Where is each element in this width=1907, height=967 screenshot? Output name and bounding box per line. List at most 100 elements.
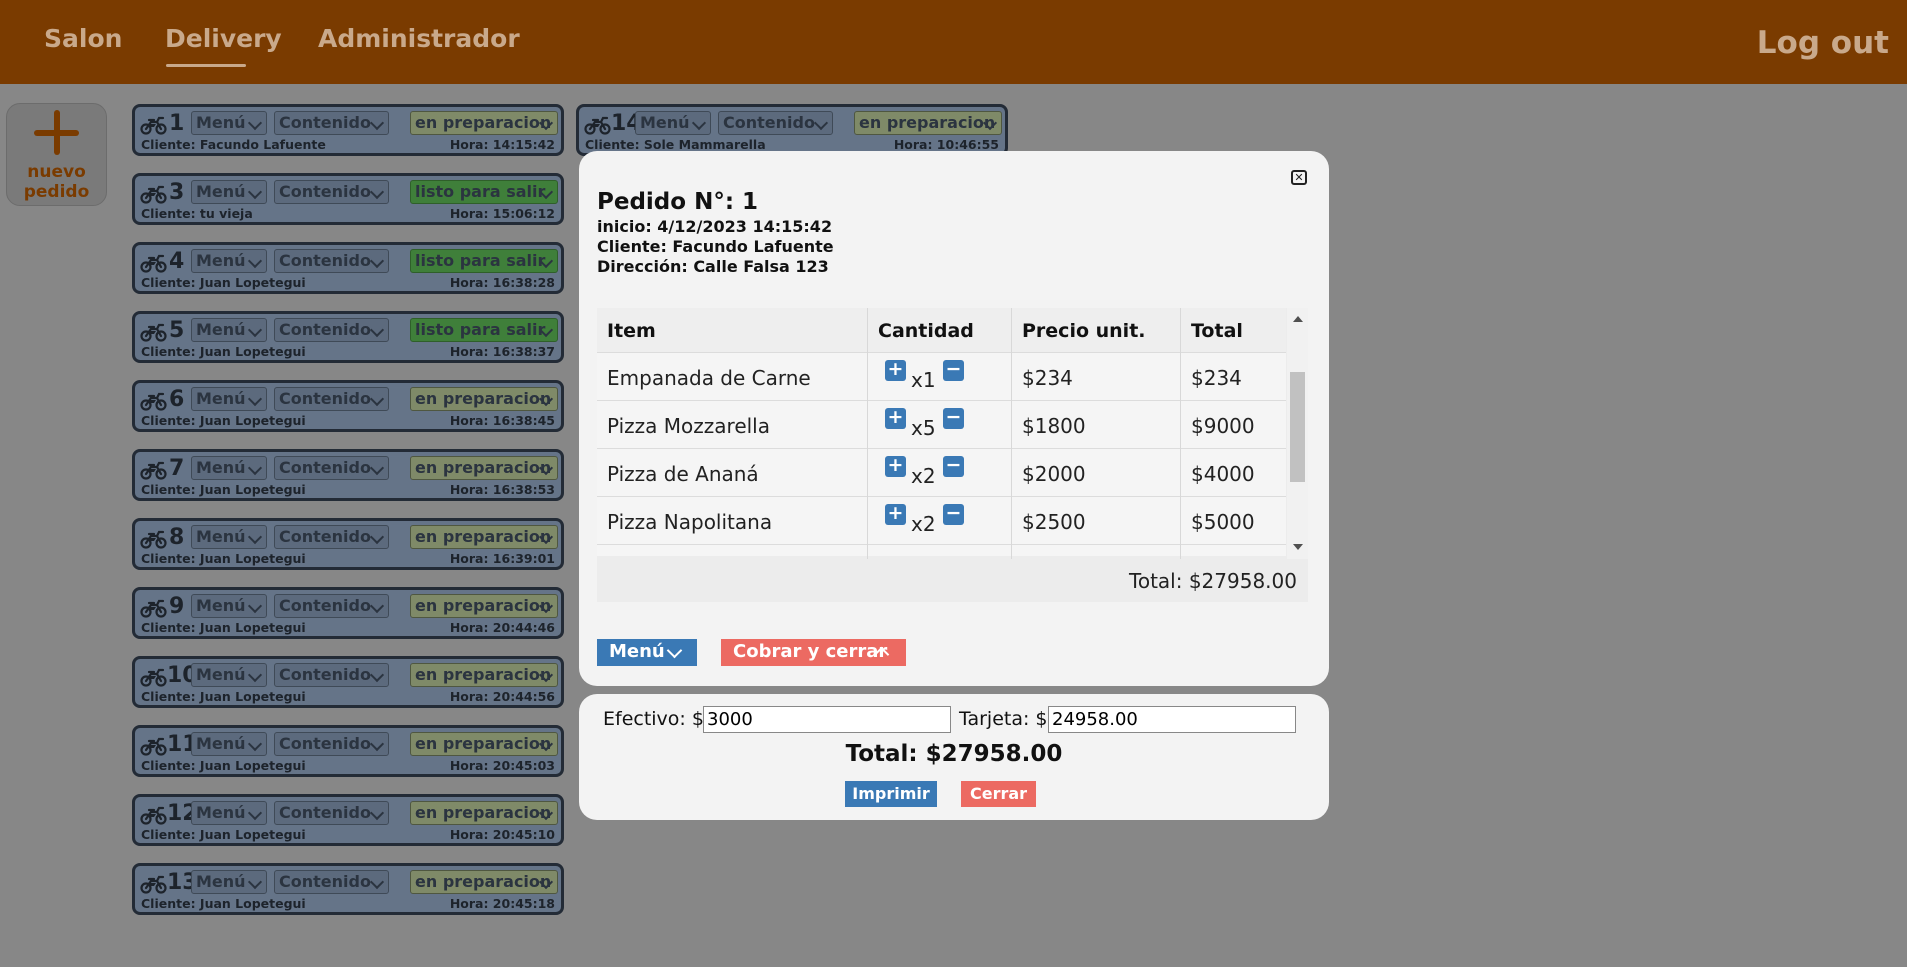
status-dropdown[interactable]: listo para salir <box>410 180 558 204</box>
menu-dropdown[interactable]: Menú <box>191 525 267 549</box>
menu-dropdown[interactable]: Menú <box>191 456 267 480</box>
efectivo-input[interactable] <box>703 706 951 733</box>
new-order-button[interactable]: nuevo pedido <box>6 103 107 206</box>
menu-dropdown[interactable]: Menú <box>191 594 267 618</box>
item-unit-price: $2500 <box>1022 510 1086 534</box>
contenido-dropdown[interactable]: Contenido <box>274 111 389 135</box>
decrease-qty-button[interactable]: − <box>943 456 964 477</box>
menu-button[interactable]: Menú <box>597 639 697 666</box>
contenido-dropdown[interactable]: Contenido <box>274 663 389 687</box>
chevron-down-icon <box>369 391 385 407</box>
chevron-down-icon <box>369 874 385 890</box>
contenido-dropdown[interactable]: Contenido <box>274 180 389 204</box>
menu-dropdown[interactable]: Menú <box>191 801 267 825</box>
menu-dropdown[interactable]: Menú <box>635 111 711 135</box>
order-card[interactable]: 12 Menú Contenido en preparacion Cliente: Ju… <box>132 794 564 846</box>
contenido-dropdown[interactable]: Contenido <box>274 387 389 411</box>
nav-administrador[interactable]: Administrador <box>318 24 520 53</box>
order-number: 4 <box>169 249 185 274</box>
order-card[interactable]: 9 Menú Contenido en preparacion Cliente: Jua… <box>132 587 564 639</box>
menu-dropdown[interactable]: Menú <box>191 180 267 204</box>
menu-dropdown[interactable]: Menú <box>191 387 267 411</box>
logout-button[interactable]: Log out <box>1757 25 1889 61</box>
chevron-down-icon <box>369 253 385 269</box>
order-time: Hora: 10:46:55 <box>893 137 999 152</box>
contenido-dropdown[interactable]: Contenido <box>274 801 389 825</box>
menu-dropdown[interactable]: Menú <box>191 318 267 342</box>
order-card[interactable]: 5 Menú Contenido listo para salir Cliente: J… <box>132 311 564 363</box>
contenido-dropdown[interactable]: Contenido <box>274 870 389 894</box>
decrease-qty-button[interactable]: − <box>943 408 964 429</box>
order-card[interactable]: 14 Menú Contenido en preparacion Cliente: So… <box>576 104 1008 156</box>
menu-dropdown-label: Menú <box>196 458 246 477</box>
status-dropdown[interactable]: en preparacion <box>410 594 558 618</box>
order-number: 1 <box>169 111 185 136</box>
top-navbar: Salon Delivery Administrador Log out <box>0 0 1907 84</box>
status-dropdown[interactable]: en preparacion <box>410 456 558 480</box>
order-card[interactable]: 1 Menú Contenido en preparacion Cliente: Fac… <box>132 104 564 156</box>
contenido-dropdown-label: Contenido <box>279 734 371 753</box>
status-dropdown-label: en preparacion <box>415 389 552 408</box>
scroll-down-icon[interactable] <box>1293 544 1303 550</box>
order-card[interactable]: 6 Menú Contenido en preparacion Cliente: Jua… <box>132 380 564 432</box>
status-dropdown[interactable]: en preparacion <box>410 663 558 687</box>
tarjeta-input[interactable] <box>1048 706 1296 733</box>
column-divider <box>1011 308 1012 559</box>
nav-delivery[interactable]: Delivery <box>165 24 282 67</box>
item-name: Empanada de Carne <box>607 366 811 390</box>
contenido-dropdown[interactable]: Contenido <box>274 456 389 480</box>
order-card[interactable]: 3 Menú Contenido listo para salir Cliente: t… <box>132 173 564 225</box>
order-address: Dirección: Calle Falsa 123 <box>597 257 829 276</box>
col-cantidad: Cantidad <box>878 320 974 342</box>
close-icon[interactable]: ✕ <box>1291 170 1307 185</box>
menu-dropdown[interactable]: Menú <box>191 870 267 894</box>
imprimir-button[interactable]: Imprimir <box>845 781 937 807</box>
increase-qty-button[interactable]: + <box>885 504 906 525</box>
chevron-down-icon <box>247 460 263 476</box>
menu-dropdown[interactable]: Menú <box>191 111 267 135</box>
decrease-qty-button[interactable]: − <box>943 360 964 381</box>
status-dropdown[interactable]: en preparacion <box>410 801 558 825</box>
contenido-dropdown[interactable]: Contenido <box>274 732 389 756</box>
status-dropdown[interactable]: en preparacion <box>410 525 558 549</box>
item-total: $234 <box>1191 366 1242 390</box>
status-dropdown[interactable]: en preparacion <box>410 732 558 756</box>
order-card[interactable]: 8 Menú Contenido en preparacion Cliente: Jua… <box>132 518 564 570</box>
contenido-dropdown[interactable]: Contenido <box>274 318 389 342</box>
scroll-up-icon[interactable] <box>1293 316 1303 322</box>
nav-salon[interactable]: Salon <box>44 24 122 53</box>
increase-qty-button[interactable]: + <box>885 456 906 477</box>
table-scrollbar[interactable] <box>1287 308 1308 559</box>
chevron-down-icon <box>247 253 263 269</box>
increase-qty-button[interactable]: + <box>885 360 906 381</box>
status-dropdown[interactable]: listo para salir <box>410 318 558 342</box>
order-card[interactable]: 11 Menú Contenido en preparacion Cliente: Ju… <box>132 725 564 777</box>
item-qty: x2 <box>911 512 936 536</box>
order-card[interactable]: 10 Menú Contenido en preparacion Cliente: Ju… <box>132 656 564 708</box>
col-precio: Precio unit. <box>1022 320 1146 342</box>
new-order-label-line2: pedido <box>23 182 90 202</box>
cobrar-y-cerrar-button[interactable]: Cobrar y cerrar <box>721 639 906 666</box>
decrease-qty-button[interactable]: − <box>943 504 964 525</box>
menu-dropdown[interactable]: Menú <box>191 249 267 273</box>
status-dropdown[interactable]: listo para salir <box>410 249 558 273</box>
status-dropdown[interactable]: en preparacion <box>410 111 558 135</box>
menu-dropdown[interactable]: Menú <box>191 663 267 687</box>
cerrar-button[interactable]: Cerrar <box>961 781 1036 807</box>
scroll-thumb[interactable] <box>1290 372 1305 482</box>
order-card[interactable]: 13 Menú Contenido en preparacion Cliente: Ju… <box>132 863 564 915</box>
status-dropdown[interactable]: en preparacion <box>410 387 558 411</box>
status-dropdown[interactable]: en preparacion <box>854 111 1002 135</box>
contenido-dropdown[interactable]: Contenido <box>274 525 389 549</box>
order-card[interactable]: 4 Menú Contenido listo para salir Cliente: J… <box>132 242 564 294</box>
contenido-dropdown[interactable]: Contenido <box>718 111 833 135</box>
contenido-dropdown-label: Contenido <box>279 527 371 546</box>
status-dropdown[interactable]: en preparacion <box>410 870 558 894</box>
chevron-down-icon <box>369 667 385 683</box>
contenido-dropdown[interactable]: Contenido <box>274 594 389 618</box>
increase-qty-button[interactable]: + <box>885 408 906 429</box>
order-client: Cliente: Facundo Lafuente <box>597 237 834 256</box>
order-card[interactable]: 7 Menú Contenido en preparacion Cliente: Jua… <box>132 449 564 501</box>
contenido-dropdown[interactable]: Contenido <box>274 249 389 273</box>
menu-dropdown[interactable]: Menú <box>191 732 267 756</box>
